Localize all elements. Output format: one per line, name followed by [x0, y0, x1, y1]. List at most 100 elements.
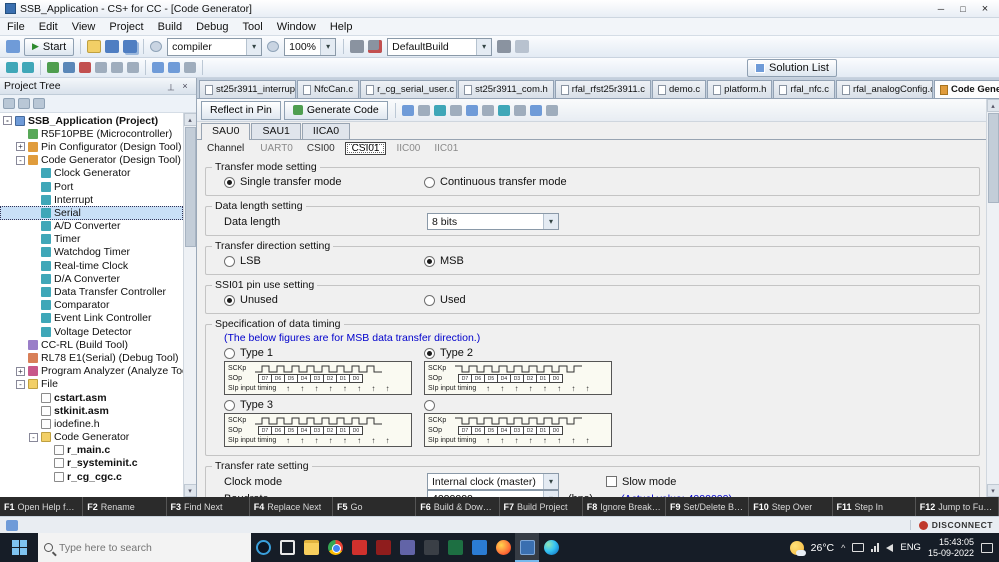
type2-radio[interactable]: Type 2 — [424, 347, 473, 359]
tray-expand-icon[interactable]: ^ — [841, 543, 845, 553]
channel-csi01[interactable]: CSI01 — [344, 142, 387, 155]
tree-expander[interactable]: - — [29, 432, 38, 442]
function-key-button[interactable]: F4 Replace Next — [250, 497, 333, 516]
tree-item-watchdog-timer[interactable]: Watchdog Timer — [0, 246, 183, 259]
tree-item-pin-configurator[interactable]: + Pin Configurator (Design Tool) — [0, 140, 183, 153]
lsb-radio[interactable]: LSB — [224, 255, 424, 267]
tree-item-cstart-asm[interactable]: cstart.asm — [0, 391, 183, 404]
download-icon[interactable] — [152, 62, 164, 73]
scrollbar-thumb[interactable] — [184, 127, 196, 247]
reset-icon[interactable] — [184, 62, 196, 73]
menu-item[interactable]: Debug — [189, 21, 235, 33]
rebuild-icon[interactable] — [368, 40, 383, 53]
clean-project-icon[interactable] — [515, 40, 530, 53]
step-return-icon[interactable] — [127, 62, 139, 73]
message-icon[interactable] — [6, 519, 18, 531]
tree-item-iodefine-h[interactable]: iodefine.h — [0, 417, 183, 430]
tree-expander[interactable]: - — [3, 116, 12, 126]
single-transfer-mode-radio[interactable]: Single transfer mode — [224, 176, 424, 188]
tab-sau0[interactable]: SAU0 — [201, 123, 251, 140]
forward-icon[interactable] — [22, 62, 34, 73]
tree-item-da-converter[interactable]: D/A Converter — [0, 272, 183, 285]
search-icon[interactable] — [150, 41, 163, 52]
tree-item-voltage-detector[interactable]: Voltage Detector — [0, 325, 183, 338]
editor-tab-demo[interactable]: demo.c — [652, 80, 707, 98]
scroll-up-icon[interactable]: ▴ — [986, 99, 999, 112]
zoom-combo[interactable]: 100% ▾ — [284, 37, 337, 56]
menu-item[interactable]: File — [0, 21, 32, 33]
menu-item[interactable]: Edit — [32, 21, 65, 33]
chevron-down-icon[interactable]: ▾ — [476, 38, 492, 55]
weather-temperature[interactable]: 26°C — [811, 542, 834, 554]
tree-item-port[interactable]: Port — [0, 180, 183, 193]
macro-list-icon[interactable] — [449, 104, 462, 116]
baudrate-combo[interactable]: ▾ — [427, 490, 559, 497]
type3-radio[interactable]: Type 3 — [224, 399, 424, 411]
menu-item[interactable]: Project — [102, 21, 150, 33]
baudrate-input[interactable] — [428, 492, 543, 497]
menu-item[interactable]: Help — [323, 21, 360, 33]
save-all-icon[interactable] — [123, 40, 138, 53]
edge-button[interactable] — [539, 533, 563, 562]
editor-tab-rfal-rfst25r3911[interactable]: rfal_rfst25r3911.c — [554, 80, 652, 98]
tree-item-clock-generator[interactable]: Clock Generator — [0, 167, 183, 180]
pinned-app-3-button[interactable] — [419, 533, 443, 562]
function-key-button[interactable]: F2 Rename — [83, 497, 167, 516]
restore-button[interactable]: □ — [952, 2, 974, 16]
search-input[interactable] — [59, 541, 245, 554]
project-icon[interactable] — [6, 40, 20, 53]
slow-mode-checkbox[interactable]: Slow mode — [606, 476, 676, 488]
debug-go-icon[interactable] — [47, 62, 59, 73]
tree-item-data-transfer-controller[interactable]: Data Transfer Controller — [0, 285, 183, 298]
pinned-app-4-button[interactable] — [467, 533, 491, 562]
chrome-button[interactable] — [323, 533, 347, 562]
pin-icon[interactable]: ⊤ — [164, 80, 178, 93]
block-diagram-icon[interactable] — [417, 104, 430, 116]
unused-radio[interactable]: Unused — [224, 294, 424, 306]
taskbar-search[interactable] — [38, 533, 251, 562]
tree-item-interrupt[interactable]: Interrupt — [0, 193, 183, 206]
tree-item-r-cg-cgc-c[interactable]: r_cg_cgc.c — [0, 470, 183, 483]
tree-expander[interactable]: - — [16, 379, 25, 389]
weather-icon[interactable] — [789, 540, 806, 556]
back-icon[interactable] — [6, 62, 18, 73]
function-key-button[interactable]: F1 Open Help for [... — [0, 497, 84, 516]
tree-item-r-main-c[interactable]: r_main.c — [0, 444, 183, 457]
function-key-button[interactable]: F11 Step In — [833, 497, 916, 516]
notification-center-icon[interactable] — [981, 542, 993, 553]
minimize-button[interactable]: ─ — [930, 2, 952, 16]
editor-tab-platform[interactable]: platform.h — [707, 80, 773, 98]
editor-tab-rfal-analogconfig[interactable]: rfal_analogConfig.c — [835, 80, 933, 98]
main-scrollbar[interactable]: ▴ ▾ — [986, 99, 999, 497]
open-project-icon[interactable] — [87, 40, 102, 53]
generate-code-button[interactable]: Generate Code — [283, 100, 388, 120]
expand-all-icon[interactable] — [18, 98, 30, 109]
chevron-down-icon[interactable]: ▾ — [543, 491, 558, 497]
chevron-down-icon[interactable]: ▾ — [246, 38, 262, 55]
tree-expander[interactable]: + — [16, 142, 25, 152]
tree-item-ad-converter[interactable]: A/D Converter — [0, 220, 183, 233]
pinned-app-1-button[interactable] — [347, 533, 371, 562]
connect-icon[interactable] — [168, 62, 180, 73]
collapse-all-icon[interactable] — [3, 98, 15, 109]
tree-item-file[interactable]: - File — [0, 378, 183, 391]
debug-pause-icon[interactable] — [63, 62, 75, 73]
cs-plus-taskbar-button[interactable] — [515, 533, 539, 562]
tree-item-event-link-controller[interactable]: Event Link Controller — [0, 312, 183, 325]
step-over-icon[interactable] — [111, 62, 123, 73]
tab-sau1[interactable]: SAU1 — [251, 123, 301, 139]
data-length-select[interactable]: 8 bits ▾ — [427, 213, 559, 230]
editor-tab-r-cg-serial-user[interactable]: r_cg_serial_user.c — [360, 80, 458, 98]
type1-radio[interactable]: Type 1 — [224, 347, 424, 359]
teams-button[interactable] — [395, 533, 419, 562]
output-report-icon[interactable] — [401, 104, 414, 116]
build-icon[interactable] — [350, 40, 365, 53]
tree-item-program-analyzer[interactable]: + Program Analyzer (Analyze Tool) — [0, 365, 183, 378]
save-icon[interactable] — [105, 40, 120, 53]
settings-icon[interactable] — [513, 104, 526, 116]
type4-radio[interactable] — [424, 399, 440, 411]
start-button[interactable]: ▶ Start — [24, 37, 75, 56]
tree-item-timer[interactable]: Timer — [0, 233, 183, 246]
continuous-transfer-mode-radio[interactable]: Continuous transfer mode — [424, 176, 567, 188]
channel-uart0[interactable]: UART0 — [256, 143, 297, 154]
